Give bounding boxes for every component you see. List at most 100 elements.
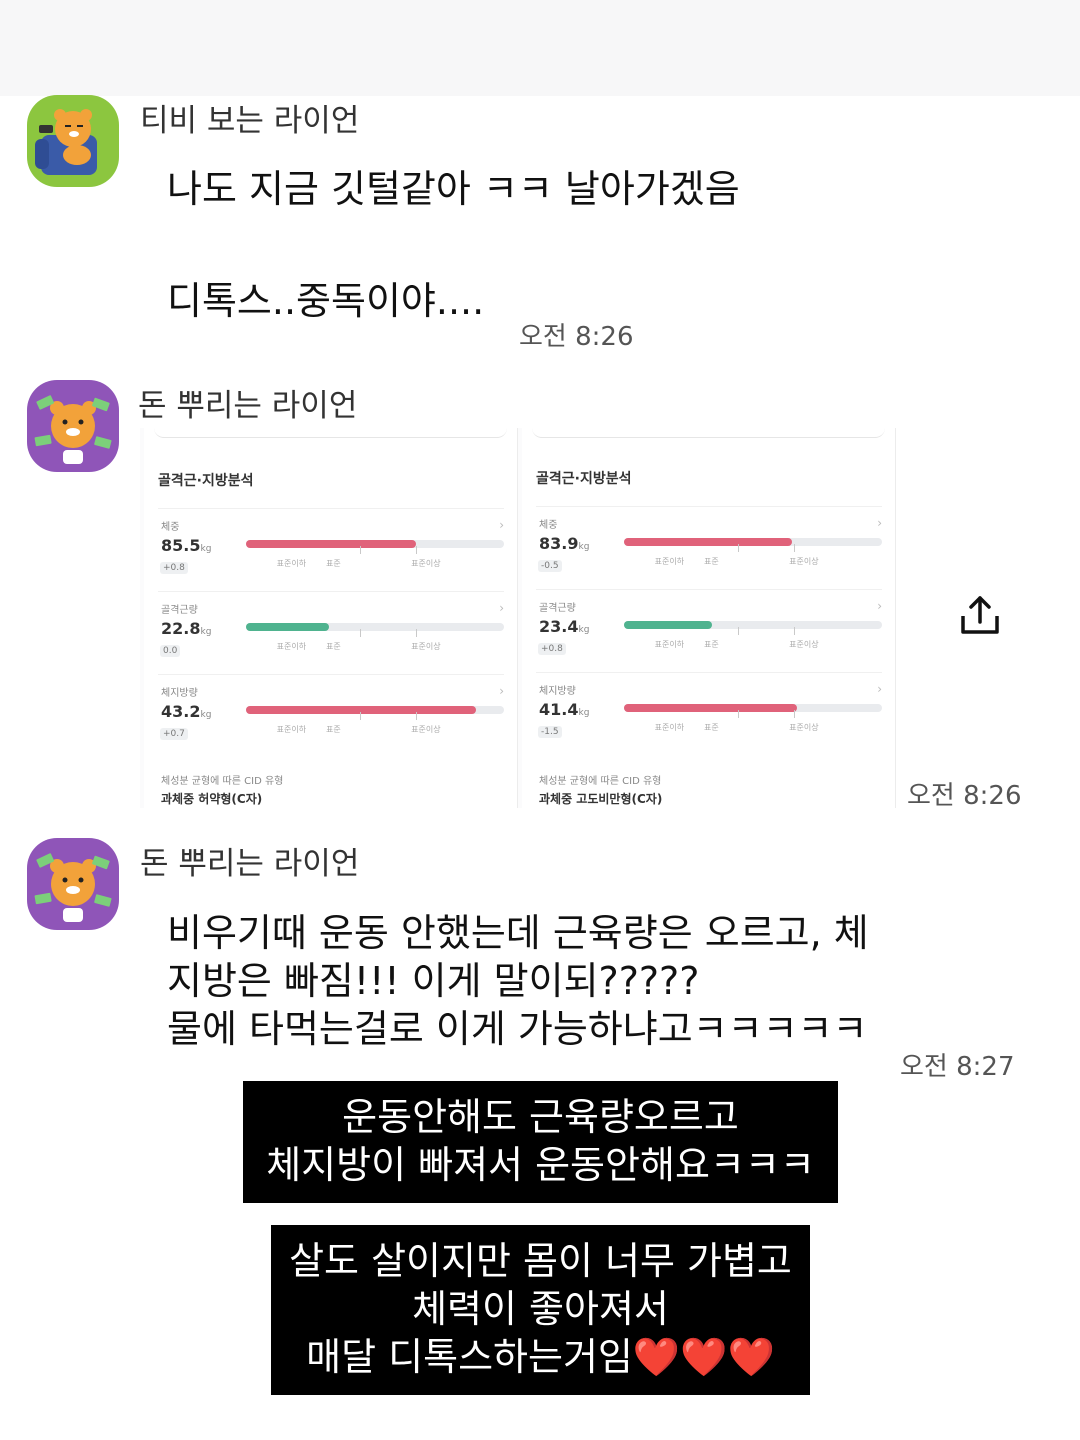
- metric-row[interactable]: 체지방량 41.4kg -1.5 › 표준이하 표준 표준이상: [522, 672, 896, 762]
- row-divider: [536, 506, 882, 507]
- metric-bar-track: [246, 623, 504, 631]
- metric-label: 체중: [539, 520, 558, 531]
- metric-value: 43.2: [161, 702, 201, 721]
- scale-label: 표준이하: [276, 642, 307, 651]
- metric-bar-fill: [246, 706, 476, 714]
- metric-value-group: 83.9kg: [539, 534, 589, 553]
- scale-label: 표준이하: [654, 640, 685, 649]
- metric-bar-track: [246, 540, 504, 548]
- cid-type-label: 체성분 균형에 따른 CID 유형: [161, 776, 284, 787]
- panel-top-edge: [154, 428, 507, 438]
- metric-unit: kg: [578, 625, 590, 635]
- metric-bar-fill: [624, 704, 797, 712]
- metric-delta-badge: +0.7: [160, 728, 188, 740]
- scale-tick: [794, 627, 796, 635]
- metric-label: 골격근량: [161, 605, 198, 616]
- scale-label: 표준: [325, 642, 341, 651]
- scale-label: 표준이상: [411, 559, 441, 568]
- panel-title: 골격근·지방분석: [158, 473, 254, 489]
- body-composition-panel-after: 골격근·지방분석 체중 83.9kg -0.5 › 표준이하 표준 표준이상 골격근량 23.4…: [522, 428, 896, 808]
- metric-value: 23.4: [539, 617, 579, 636]
- metric-bar-fill: [246, 540, 417, 548]
- message-time: 오전 8:27: [900, 1052, 1015, 1082]
- metric-delta-badge: +0.8: [160, 562, 188, 574]
- scale-tick: [794, 710, 796, 718]
- scale-tick: [737, 710, 739, 718]
- chevron-right-icon[interactable]: ›: [877, 599, 882, 613]
- metric-row[interactable]: 골격근량 22.8kg 0.0 › 표준이하 표준 표준이상: [144, 591, 518, 681]
- top-bar: [0, 0, 1080, 96]
- chevron-right-icon[interactable]: ›: [877, 682, 882, 696]
- scale-tick: [359, 546, 361, 554]
- caption-box: 운동안해도 근육량오르고 체지방이 빠져서 운동안해요ㅋㅋㅋ: [243, 1081, 838, 1203]
- metric-value: 83.9: [539, 534, 579, 553]
- metric-value-group: 22.8kg: [161, 619, 211, 638]
- caption-line: 체지방이 빠져서 운동안해요ㅋㅋㅋ: [266, 1143, 815, 1187]
- sender-name: 티비 보는 라이언: [140, 103, 360, 139]
- scale-label: 표준이하: [276, 725, 307, 734]
- row-divider: [158, 674, 504, 675]
- scale-tick: [737, 627, 739, 635]
- message-line: 나도 지금 깃털같아 ㅋㅋ 날아가겠음: [167, 167, 740, 211]
- message-line: 디톡스..중독이야....: [167, 279, 485, 323]
- scale-label: 표준이하: [654, 723, 685, 732]
- metric-value: 41.4: [539, 700, 579, 719]
- message-line: 물에 타먹는걸로 이게 가능하냐고ㅋㅋㅋㅋㅋ: [167, 1007, 868, 1051]
- metric-unit: kg: [200, 710, 212, 720]
- scale-label: 표준: [325, 559, 341, 568]
- message-time: 오전 8:26: [519, 322, 634, 352]
- caption-line: 매달 디톡스하는거임❤️❤️❤️: [306, 1335, 775, 1379]
- row-divider: [158, 508, 504, 509]
- scale-label: 표준: [703, 557, 719, 566]
- scale-label: 표준이상: [411, 642, 441, 651]
- ryan-money-avatar-icon[interactable]: [27, 380, 119, 472]
- metric-unit: kg: [200, 627, 212, 637]
- chevron-right-icon[interactable]: ›: [499, 518, 504, 532]
- metric-row[interactable]: 골격근량 23.4kg +0.8 › 표준이하 표준 표준이상: [522, 589, 896, 679]
- metric-delta-badge: +0.8: [538, 643, 566, 655]
- scale-tick: [359, 712, 361, 720]
- metric-bar-track: [624, 621, 882, 629]
- ryan-money-avatar-icon[interactable]: [27, 838, 119, 930]
- chevron-right-icon[interactable]: ›: [499, 684, 504, 698]
- metric-bar-fill: [624, 621, 712, 629]
- scale-label: 표준이상: [789, 640, 819, 649]
- metric-label: 체지방량: [161, 688, 198, 699]
- metric-row[interactable]: 체중 85.5kg +0.8 › 표준이하 표준 표준이상: [144, 508, 518, 598]
- metric-delta-badge: -0.5: [538, 560, 562, 572]
- sender-name: 돈 뿌리는 라이언: [138, 388, 358, 424]
- message-line: 지방은 빠짐!!! 이게 말이되?????: [167, 959, 700, 1003]
- body-composition-screenshot[interactable]: 골격근·지방분석 체중 85.5kg +0.8 › 표준이하 표준 표준이상 골격근량 22.8…: [140, 428, 896, 808]
- scale-label: 표준이하: [654, 557, 685, 566]
- chevron-right-icon[interactable]: ›: [877, 516, 882, 530]
- body-composition-panel-before: 골격근·지방분석 체중 85.5kg +0.8 › 표준이하 표준 표준이상 골격근량 22.8…: [144, 428, 518, 808]
- metric-value-group: 43.2kg: [161, 702, 211, 721]
- metric-label: 체중: [161, 522, 180, 533]
- caption-line: 운동안해도 근육량오르고: [342, 1095, 739, 1139]
- share-upload-icon[interactable]: [958, 594, 1002, 638]
- metric-bar-fill: [624, 538, 792, 546]
- metric-unit: kg: [578, 708, 590, 718]
- row-divider: [158, 591, 504, 592]
- metric-value-group: 85.5kg: [161, 536, 211, 555]
- metric-row[interactable]: 체중 83.9kg -0.5 › 표준이하 표준 표준이상: [522, 506, 896, 596]
- metric-unit: kg: [578, 542, 590, 552]
- caption-line: 살도 살이지만 몸이 너무 가볍고: [289, 1239, 792, 1283]
- metric-delta-badge: -1.5: [538, 726, 562, 738]
- scale-tick: [416, 546, 418, 554]
- scale-label: 표준이상: [789, 557, 819, 566]
- row-divider: [536, 672, 882, 673]
- cid-type-value: 과체중 허약형(C자): [161, 792, 263, 806]
- metric-row[interactable]: 체지방량 43.2kg +0.7 › 표준이하 표준 표준이상: [144, 674, 518, 764]
- scale-tick: [737, 544, 739, 552]
- metric-bar-track: [624, 704, 882, 712]
- scale-label: 표준: [325, 725, 341, 734]
- row-divider: [536, 589, 882, 590]
- scale-label: 표준: [703, 723, 719, 732]
- chevron-right-icon[interactable]: ›: [499, 601, 504, 615]
- ryan-tv-avatar-icon[interactable]: [27, 95, 119, 187]
- scale-tick: [794, 544, 796, 552]
- message-time: 오전 8:26: [907, 781, 1022, 811]
- metric-value-group: 41.4kg: [539, 700, 589, 719]
- metric-label: 체지방량: [539, 686, 576, 697]
